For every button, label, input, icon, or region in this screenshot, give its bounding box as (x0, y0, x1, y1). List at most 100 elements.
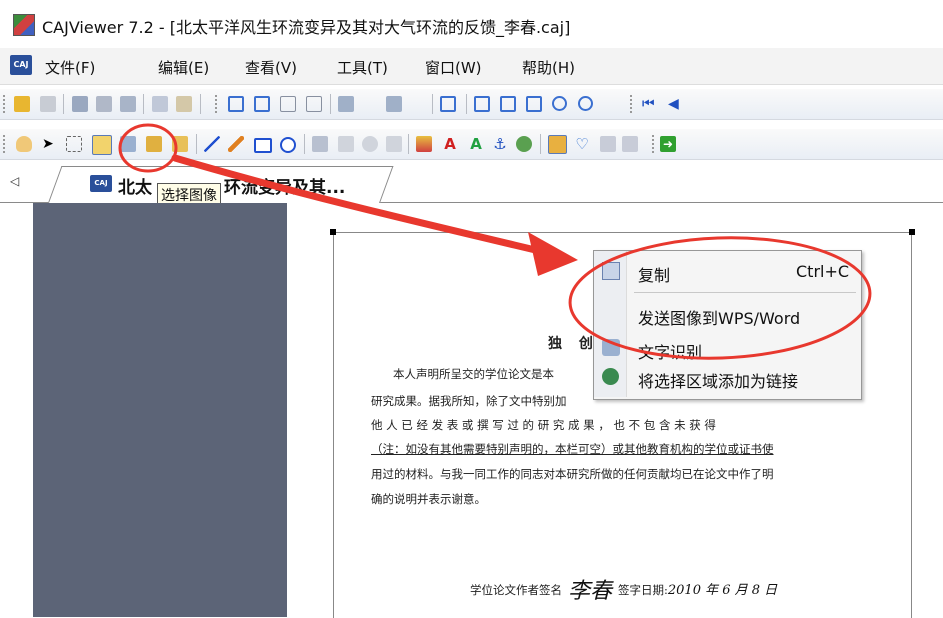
menu-help[interactable]: 帮助(H) (522, 57, 575, 78)
toolbar-separator (143, 94, 144, 114)
ctx-add-link[interactable]: 将选择区域添加为链接 (638, 368, 798, 392)
export-icon[interactable]: ➜ (660, 136, 676, 152)
menu-view[interactable]: 查看(V) (245, 57, 297, 78)
continuous-page-icon[interactable] (254, 96, 270, 112)
document-line: 研究成果。据我所知，除了文中特别加 (371, 394, 567, 408)
toolbar-grip[interactable] (3, 95, 8, 113)
document-line: 本人声明所呈交的学位论文是本 (393, 367, 554, 381)
strike-text-icon[interactable]: A (468, 136, 484, 152)
menu-logo-icon[interactable]: CAJ (10, 55, 32, 75)
selection-handle[interactable] (330, 229, 336, 235)
select-arrow-icon[interactable]: ➤ (42, 136, 58, 152)
facing-pages-icon[interactable] (280, 96, 296, 112)
document-line: 他 人 已 经 发 表 或 撰 写 过 的 研 究 成 果 ， 也 不 包 含 … (371, 418, 716, 432)
signature-handwriting: 李春 (568, 579, 613, 604)
tab-title-suffix: 环流变异及其... (224, 178, 346, 198)
select-image-icon[interactable] (92, 135, 112, 155)
highlight-tool-icon[interactable] (146, 136, 162, 152)
zoom-in-icon[interactable] (578, 96, 593, 111)
hand-tool-icon[interactable] (16, 136, 32, 152)
actual-size-icon[interactable] (474, 96, 490, 112)
rectangle-tool-icon[interactable] (254, 138, 272, 153)
ctx-copy-shortcut: Ctrl+C (796, 262, 850, 281)
ctx-copy-label[interactable]: 复制 (638, 262, 670, 286)
toolbar-separator (63, 94, 64, 114)
anchor-icon[interactable]: ⚓ (492, 136, 508, 152)
line-tool-icon[interactable] (204, 136, 220, 152)
document-line: 用过的材料。与我一同工作的同志对本研究所做的任何贡献均已在论文中作了明 (371, 467, 774, 481)
single-page-icon[interactable] (228, 96, 244, 112)
date-label: 签字日期: (618, 583, 668, 597)
tab-title-prefix: 北太 (118, 178, 152, 198)
toolbar-main: ⏮ ◀ (0, 89, 943, 120)
caj-document-icon: CAJ (90, 175, 112, 192)
menu-edit[interactable]: 编辑(E) (158, 57, 209, 78)
date-handwriting: 2010 年 6 月 8 日 (667, 583, 778, 598)
layout-icon[interactable] (386, 96, 402, 112)
copy-icon[interactable] (152, 96, 168, 112)
more-tools-icon[interactable] (622, 136, 638, 152)
text-annotate-icon[interactable] (416, 136, 432, 152)
ocr-tool-icon[interactable] (120, 136, 136, 152)
paste-icon[interactable] (176, 96, 192, 112)
first-page-icon[interactable]: ⏮ (642, 96, 658, 112)
menu-window[interactable]: 窗口(W) (425, 57, 482, 78)
print-icon[interactable] (72, 96, 88, 112)
context-menu-separator (634, 292, 856, 293)
copy-icon (602, 262, 620, 280)
tab-scroll-left-icon[interactable]: ◁ (10, 174, 19, 188)
print-preview-icon[interactable] (96, 96, 112, 112)
audio-tool-icon[interactable] (386, 136, 402, 152)
ellipse-tool-icon[interactable] (280, 137, 296, 153)
bookmark-tool-icon[interactable] (548, 135, 567, 154)
gear-tool-icon[interactable] (362, 136, 378, 152)
toolbar-separator (466, 94, 467, 114)
eraser-tool-icon[interactable] (312, 136, 328, 152)
two-pages-icon[interactable] (306, 96, 322, 112)
hand-point-icon[interactable] (600, 136, 616, 152)
ctx-text-recognition[interactable]: 文字识别 (638, 339, 702, 363)
toolbar-grip[interactable] (215, 95, 220, 113)
toolbar-separator (200, 94, 201, 114)
toolbar-tools: ➤ A A ⚓ ♡ ➜ (0, 129, 943, 160)
document-line: （注：如没有其他需要特别声明的，本栏可空）或其他教育机构的学位或证书使 (371, 442, 774, 456)
fit-width-icon[interactable] (526, 96, 542, 112)
link-icon (602, 368, 619, 385)
stamp-tool-icon[interactable] (338, 136, 354, 152)
pencil-tool-icon[interactable] (228, 136, 244, 152)
rotate-icon[interactable] (338, 96, 354, 112)
window-title: CAJViewer 7.2 - [北太平洋风生环流变异及其对大气环流的反馈_李春… (42, 18, 571, 37)
toolbar-grip[interactable] (630, 95, 635, 113)
select-text-icon[interactable] (66, 136, 82, 152)
signature-line: 学位论文作者签名 李春 签字日期:2010 年 6 月 8 日 (470, 569, 778, 604)
ctx-send-to-word[interactable]: 发送图像到WPS/Word (638, 305, 800, 329)
navigation-sidebar[interactable] (33, 203, 287, 617)
toolbar-grip[interactable] (3, 135, 8, 153)
fit-page-icon[interactable] (500, 96, 516, 112)
ocr-icon (602, 339, 620, 356)
app-logo-icon (13, 14, 35, 36)
underline-text-icon[interactable]: A (442, 136, 458, 152)
toolbar-grip[interactable] (652, 135, 657, 153)
prev-page-icon[interactable]: ◀ (668, 96, 684, 112)
toolbar-separator (196, 134, 197, 154)
fullscreen-icon[interactable] (440, 96, 456, 112)
open-icon[interactable] (14, 96, 30, 112)
menu-tools[interactable]: 工具(T) (337, 57, 388, 78)
zoom-out-icon[interactable] (552, 96, 567, 111)
save-icon[interactable] (40, 96, 56, 112)
toolbar-separator (540, 134, 541, 154)
menu-file[interactable]: 文件(F) (45, 57, 95, 78)
selection-handle[interactable] (909, 229, 915, 235)
toolbar-separator (408, 134, 409, 154)
note-tool-icon[interactable] (172, 136, 188, 152)
heart-tool-icon[interactable]: ♡ (574, 136, 590, 152)
document-tab-title[interactable]: 北太 环流变异及其... (118, 173, 345, 198)
toolbar-separator (432, 94, 433, 114)
declaration-heading: 独 创 (548, 336, 599, 352)
toolbar-separator (304, 134, 305, 154)
scan-icon[interactable] (120, 96, 136, 112)
link-tool-icon[interactable] (516, 136, 532, 152)
signature-label: 学位论文作者签名 (470, 583, 562, 597)
document-line: 确的说明并表示谢意。 (371, 492, 486, 506)
